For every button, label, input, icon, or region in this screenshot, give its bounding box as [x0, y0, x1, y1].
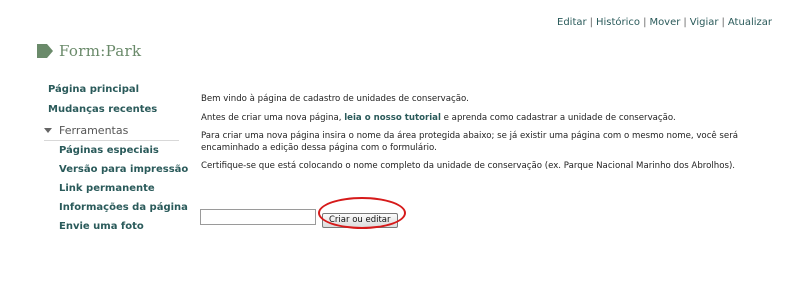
create-edit-form: Criar ou editar	[200, 197, 406, 229]
sidebar-item-upload-photo[interactable]: Envie uma foto	[59, 221, 188, 232]
tools-section-label: Ferramentas	[59, 124, 129, 137]
chevron-down-icon	[44, 128, 52, 133]
tools-list: Páginas especiais Versão para impressão …	[59, 145, 188, 232]
sidebar-item-permanent-link[interactable]: Link permanente	[59, 183, 188, 194]
sidebar-item-recent-changes[interactable]: Mudanças recentes	[48, 104, 188, 115]
edit-link[interactable]: Editar	[557, 17, 587, 28]
refresh-link[interactable]: Atualizar	[728, 17, 772, 28]
page-header: Form:Park	[37, 42, 141, 60]
sidebar-item-print-version[interactable]: Versão para impressão	[59, 164, 188, 175]
note-text: Certifique-se que está colocando o nome …	[201, 161, 736, 171]
welcome-text: Bem vindo à página de cadastro de unidad…	[201, 94, 469, 104]
sidebar-item-page-info[interactable]: Informações da página	[59, 202, 188, 213]
tutorial-text-after: e aprenda como cadastrar a unidade de co…	[440, 112, 676, 123]
tutorial-text-before: Antes de criar uma nova página,	[201, 112, 345, 123]
button-wrapper: Criar ou editar	[318, 197, 406, 229]
park-name-input[interactable]	[200, 209, 316, 226]
watch-link[interactable]: Vigiar	[690, 17, 719, 28]
separator: |	[589, 17, 593, 28]
page-actions-nav: Editar | Histórico | Mover | Vigiar | Atualizar	[557, 17, 772, 28]
tools-section-toggle[interactable]: Ferramentas	[44, 124, 179, 141]
instructions-text: Para criar uma nova página insira o nome…	[201, 131, 738, 153]
main-content: Bem vindo à página de cadastro de unidad…	[201, 94, 761, 180]
page-title: Form:Park	[59, 42, 142, 60]
separator: |	[643, 17, 647, 28]
create-or-edit-button[interactable]: Criar ou editar	[322, 212, 398, 228]
sidebar-item-special-pages[interactable]: Páginas especiais	[59, 145, 188, 156]
separator: |	[683, 17, 687, 28]
history-link[interactable]: Histórico	[596, 17, 640, 28]
tag-icon	[37, 44, 53, 58]
sidebar-item-main-page[interactable]: Página principal	[48, 84, 188, 95]
sidebar: Página principal Mudanças recentes Ferra…	[44, 84, 188, 240]
tutorial-paragraph: Antes de criar uma nova página, leia o n…	[201, 113, 761, 125]
separator: |	[721, 17, 725, 28]
tutorial-link[interactable]: leia o nosso tutorial	[344, 113, 441, 123]
move-link[interactable]: Mover	[649, 17, 680, 28]
